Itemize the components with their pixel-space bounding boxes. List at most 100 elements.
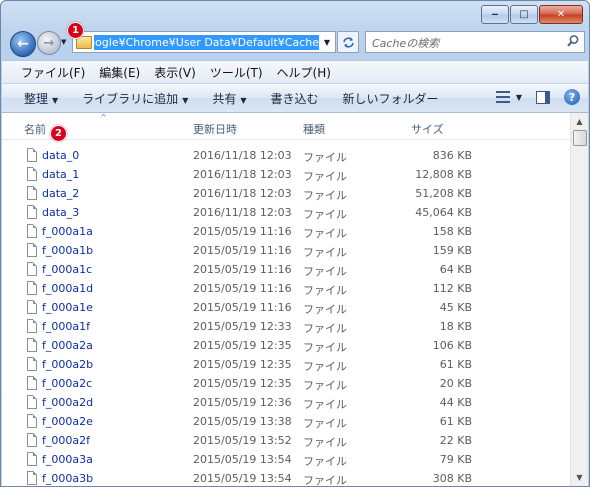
minimize-button[interactable]: ‒: [481, 5, 509, 24]
history-dropdown[interactable]: ▼: [61, 38, 66, 46]
vertical-scrollbar[interactable]: ▲ ▼: [570, 113, 588, 486]
file-icon: [27, 300, 37, 314]
details-view-icon: [495, 91, 510, 103]
file-date: 2015/05/19 12:35: [193, 358, 292, 371]
file-row[interactable]: f_000a2c 2015/05/19 12:35 ファイル 20 KB: [2, 374, 570, 393]
help-icon[interactable]: ?: [564, 89, 580, 105]
forward-arrow-icon: →: [43, 35, 55, 51]
file-date: 2015/05/19 11:16: [193, 282, 292, 295]
file-size: 308 KB: [432, 472, 472, 485]
file-date: 2015/05/19 13:52: [193, 434, 292, 447]
file-row[interactable]: f_000a1f 2015/05/19 12:33 ファイル 18 KB: [2, 317, 570, 336]
menu-help[interactable]: ヘルプ(H): [270, 64, 338, 81]
chevron-down-icon: ▼: [515, 92, 522, 102]
file-size: 159 KB: [432, 244, 472, 257]
file-type: ファイル: [303, 265, 347, 278]
preview-pane-icon[interactable]: [536, 90, 550, 104]
share-button[interactable]: 共有 ▼: [200, 90, 258, 107]
file-row[interactable]: data_3 2016/11/18 12:03 ファイル 45,064 KB: [2, 203, 570, 222]
forward-button[interactable]: →: [37, 31, 61, 55]
file-date: 2015/05/19 12:36: [193, 396, 292, 409]
burn-button[interactable]: 書き込む: [259, 90, 331, 107]
back-button[interactable]: ←: [10, 31, 36, 57]
file-row[interactable]: f_000a2b 2015/05/19 12:35 ファイル 61 KB: [2, 355, 570, 374]
organize-label: 整理: [24, 91, 49, 106]
chevron-down-icon: ▼: [240, 95, 247, 105]
column-header-name[interactable]: 名前: [24, 121, 46, 137]
file-type: ファイル: [303, 322, 347, 335]
file-type: ファイル: [303, 284, 347, 297]
file-type: ファイル: [303, 170, 347, 183]
maximize-button[interactable]: □: [510, 5, 538, 24]
file-row[interactable]: f_000a1d 2015/05/19 11:16 ファイル 112 KB: [2, 279, 570, 298]
file-icon: [27, 433, 37, 447]
file-list: ^ 名前 更新日時 種類 サイズ 2 data_0 2016/11/18 12:0…: [2, 113, 588, 486]
file-name: f_000a2f: [42, 434, 90, 447]
chevron-down-icon: ▼: [182, 95, 189, 105]
file-icon: [27, 357, 37, 371]
address-bar[interactable]: Google¥Chrome¥User Data¥Default¥Cache ▼: [72, 31, 336, 53]
file-row[interactable]: f_000a1b 2015/05/19 11:16 ファイル 159 KB: [2, 241, 570, 260]
organize-button[interactable]: 整理 ▼: [2, 90, 70, 107]
search-icon[interactable]: [566, 34, 580, 48]
file-date: 2015/05/19 11:16: [193, 263, 292, 276]
file-row[interactable]: f_000a1a 2015/05/19 11:16 ファイル 158 KB: [2, 222, 570, 241]
file-row[interactable]: f_000a1e 2015/05/19 11:16 ファイル 45 KB: [2, 298, 570, 317]
file-date: 2015/05/19 12:35: [193, 339, 292, 352]
refresh-button[interactable]: [337, 31, 359, 53]
file-row[interactable]: f_000a2e 2015/05/19 13:38 ファイル 61 KB: [2, 412, 570, 431]
file-icon: [27, 262, 37, 276]
file-icon: [27, 224, 37, 238]
file-row[interactable]: f_000a3b 2015/05/19 13:54 ファイル 308 KB: [2, 469, 570, 486]
scroll-up-icon[interactable]: ▲: [571, 113, 588, 130]
file-icon: [27, 319, 37, 333]
file-date: 2015/05/19 12:33: [193, 320, 292, 333]
file-name: f_000a1f: [42, 320, 90, 333]
file-row[interactable]: f_000a1c 2015/05/19 11:16 ファイル 64 KB: [2, 260, 570, 279]
annotation-badge-1: 1: [67, 22, 84, 39]
file-date: 2016/11/18 12:03: [193, 187, 292, 200]
file-size: 836 KB: [432, 149, 472, 162]
change-view-button[interactable]: ▼: [495, 91, 522, 103]
search-placeholder: Cacheの検索: [372, 37, 440, 50]
file-type: ファイル: [303, 341, 347, 354]
menu-file[interactable]: ファイル(F): [14, 64, 92, 81]
address-path[interactable]: Google¥Chrome¥User Data¥Default¥Cache: [94, 35, 319, 50]
scroll-down-icon[interactable]: ▼: [571, 469, 588, 486]
file-name: f_000a2b: [42, 358, 94, 371]
file-date: 2015/05/19 11:16: [193, 301, 292, 314]
menu-edit[interactable]: 編集(E): [92, 64, 147, 81]
file-name: f_000a1c: [42, 263, 93, 276]
column-header-date[interactable]: 更新日時: [193, 121, 237, 137]
menu-tools[interactable]: ツール(T): [203, 64, 270, 81]
column-header-type[interactable]: 種類: [303, 121, 325, 137]
file-rows: data_0 2016/11/18 12:03 ファイル 836 KB data_1 20…: [2, 146, 570, 486]
file-row[interactable]: data_2 2016/11/18 12:03 ファイル 51,208 KB: [2, 184, 570, 203]
file-size: 51,208 KB: [415, 187, 472, 200]
menu-view[interactable]: 表示(V): [147, 64, 203, 81]
address-dropdown-button[interactable]: ▼: [319, 32, 335, 52]
file-size: 61 KB: [439, 415, 472, 428]
file-row[interactable]: f_000a2d 2015/05/19 12:36 ファイル 44 KB: [2, 393, 570, 412]
file-name: data_1: [42, 168, 80, 181]
new-folder-button[interactable]: 新しいフォルダー: [331, 90, 451, 107]
search-field[interactable]: Cacheの検索: [365, 31, 585, 53]
file-row[interactable]: f_000a2a 2015/05/19 12:35 ファイル 106 KB: [2, 336, 570, 355]
file-icon: [27, 376, 37, 390]
file-type: ファイル: [303, 417, 347, 430]
file-date: 2016/11/18 12:03: [193, 168, 292, 181]
column-header-size[interactable]: サイズ: [411, 121, 444, 137]
file-row[interactable]: data_1 2016/11/18 12:03 ファイル 12,808 KB: [2, 165, 570, 184]
add-to-library-button[interactable]: ライブラリに追加 ▼: [70, 90, 200, 107]
file-date: 2016/11/18 12:03: [193, 149, 292, 162]
file-row[interactable]: f_000a3a 2015/05/19 13:54 ファイル 79 KB: [2, 450, 570, 469]
scroll-thumb[interactable]: [573, 130, 587, 146]
share-label: 共有: [212, 91, 237, 106]
file-row[interactable]: f_000a2f 2015/05/19 13:52 ファイル 22 KB: [2, 431, 570, 450]
close-button[interactable]: ✕: [539, 5, 583, 24]
file-icon: [27, 243, 37, 257]
file-row[interactable]: data_0 2016/11/18 12:03 ファイル 836 KB: [2, 146, 570, 165]
menu-bar: ファイル(F) 編集(E) 表示(V) ツール(T) ヘルプ(H): [2, 60, 588, 84]
file-icon: [27, 186, 37, 200]
file-size: 44 KB: [439, 396, 472, 409]
